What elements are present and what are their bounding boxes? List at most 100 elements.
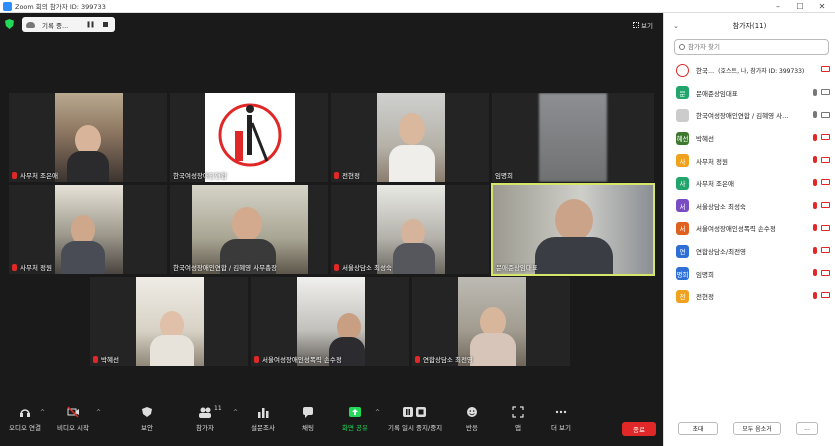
participant-row[interactable]: 명희 임명희 xyxy=(664,262,835,285)
participant-row[interactable]: 전 전현정 xyxy=(664,285,835,308)
mic-muted-icon xyxy=(12,171,17,179)
video-tile[interactable]: 박혜선 xyxy=(90,277,248,366)
shield-icon[interactable] xyxy=(5,19,14,29)
participant-list: 한국... (호스트, 나, 참가자 ID: 399733) 문 문애준상임대표 한국여… xyxy=(664,59,835,308)
participant-status xyxy=(813,246,830,254)
camera-off-icon xyxy=(821,269,830,276)
share-options-caret[interactable]: ^ xyxy=(375,409,380,416)
video-tile[interactable]: 전현정 xyxy=(331,93,489,182)
participant-name: 서울여성장애인성폭력 손수정 xyxy=(696,225,776,234)
avatar: 서 xyxy=(676,221,689,235)
mic-muted-icon[interactable] xyxy=(813,201,817,209)
mic-icon[interactable] xyxy=(813,111,817,119)
more-dots-icon xyxy=(555,406,567,418)
chevron-down-icon[interactable]: ⌄ xyxy=(673,22,679,30)
participant-status xyxy=(813,291,830,299)
polls-button[interactable]: 설문조사 xyxy=(251,406,275,432)
video-options-caret[interactable]: ^ xyxy=(96,409,101,416)
close-button[interactable]: ✕ xyxy=(810,0,834,13)
stop-recording-icon[interactable] xyxy=(103,22,109,27)
mic-muted-icon xyxy=(12,263,17,271)
recording-indicator: 기록 중... ❚❚ xyxy=(22,17,115,32)
avatar: 문 xyxy=(676,86,689,100)
more-button[interactable]: 더 보기 xyxy=(551,406,571,432)
camera-off-icon xyxy=(821,66,830,72)
tile-name: 박혜선 xyxy=(93,354,119,364)
panel-title: 참가자(11) xyxy=(732,21,767,30)
participant-row[interactable]: 사 사무처 정원 xyxy=(664,149,835,172)
security-shield-icon xyxy=(141,406,153,418)
participant-status xyxy=(813,156,830,164)
participant-row[interactable]: 혜선 박혜선 xyxy=(664,127,835,150)
mic-icon[interactable] xyxy=(813,88,817,96)
participant-search[interactable] xyxy=(674,39,829,55)
participant-row[interactable]: 문 문애준상임대표 xyxy=(664,82,835,105)
view-button[interactable]: 보기 xyxy=(633,20,653,30)
end-meeting-button[interactable]: 종료 xyxy=(622,422,656,436)
participant-search-input[interactable] xyxy=(688,43,828,51)
video-tile[interactable]: 사무처 조은애 xyxy=(9,93,167,182)
mic-muted-icon[interactable] xyxy=(813,156,817,164)
mic-muted-icon[interactable] xyxy=(813,224,817,232)
meeting-toolbar: 오디오 연결 ^ 비디오 시작 ^ 보안 참가자 11 ^ 설문조사 채팅 화면… xyxy=(0,401,663,446)
reactions-button[interactable]: 반응 xyxy=(466,406,478,432)
camera-off-icon xyxy=(821,224,830,231)
participant-row[interactable]: 연 연합상담소/최전영 xyxy=(664,240,835,263)
mic-muted-icon[interactable] xyxy=(813,246,817,254)
chat-bubble-icon xyxy=(302,406,314,418)
participant-status xyxy=(813,178,830,186)
participants-button[interactable]: 참가자 xyxy=(196,406,214,432)
mic-muted-icon xyxy=(254,355,259,363)
active-speaker-tile[interactable]: 문애준상임대표 xyxy=(491,183,655,276)
headphones-icon xyxy=(19,406,31,418)
avatar: 연 xyxy=(676,244,689,258)
search-icon xyxy=(679,44,685,50)
tile-name: 한국여성장애인연합 xyxy=(173,172,227,180)
mic-muted-icon[interactable] xyxy=(813,269,817,277)
participants-icon xyxy=(198,406,211,418)
participant-status xyxy=(813,201,830,209)
organization-logo xyxy=(205,93,295,182)
participant-row[interactable]: 사 사무처 조은애 xyxy=(664,172,835,195)
participant-row[interactable]: 서 서울여성장애인성폭력 손수정 xyxy=(664,217,835,240)
video-tile[interactable]: 연합상담소 최전영 xyxy=(412,277,570,366)
video-tile[interactable]: 사무처 정원 xyxy=(9,185,167,274)
participant-row[interactable]: 한국... (호스트, 나, 참가자 ID: 399733) xyxy=(664,59,835,82)
mic-muted-icon[interactable] xyxy=(813,178,817,186)
video-tile[interactable]: 한국여성장애인연합 xyxy=(170,93,328,182)
participant-status xyxy=(813,269,830,277)
security-button[interactable]: 보안 xyxy=(141,406,153,432)
maximize-button[interactable]: ☐ xyxy=(788,0,812,13)
mic-muted-icon[interactable] xyxy=(813,133,817,141)
audio-button[interactable]: 오디오 연결 xyxy=(9,406,41,432)
zoom-logo-icon xyxy=(3,1,12,11)
participant-name: 전현정 xyxy=(696,293,714,302)
video-tile[interactable]: 한국여성장애인연합 / 김혜영 사무총장 xyxy=(170,185,328,274)
camera-off-icon xyxy=(821,292,830,299)
camera-icon xyxy=(821,111,830,118)
camera-off-icon xyxy=(821,179,830,186)
mic-muted-icon[interactable] xyxy=(813,291,817,299)
audio-options-caret[interactable]: ^ xyxy=(40,409,45,416)
video-tile[interactable]: 서울상담소 최성숙 xyxy=(331,185,489,274)
record-control-button[interactable]: 기록 일시 중지/중지 xyxy=(388,406,442,432)
participants-count: 11 xyxy=(214,405,222,412)
camera-off-icon xyxy=(821,156,830,163)
participant-row[interactable]: 서 서울상담소 최성숙 xyxy=(664,195,835,218)
invite-button[interactable]: 초대 xyxy=(678,422,718,435)
tile-name: 문애준상임대표 xyxy=(496,264,538,272)
mute-all-button[interactable]: 모두 음소거 xyxy=(733,422,781,435)
participant-row[interactable]: 한국여성장애인연합 / 김혜영 사... xyxy=(664,104,835,127)
chat-button[interactable]: 채팅 xyxy=(302,406,314,432)
minimize-button[interactable]: – xyxy=(766,0,790,13)
panel-more-button[interactable]: ... xyxy=(796,422,818,435)
video-tile[interactable]: 임명희 xyxy=(492,93,654,182)
camera-icon xyxy=(821,89,830,96)
share-screen-button[interactable]: 화면 공유 xyxy=(342,406,368,432)
video-button[interactable]: 비디오 시작 xyxy=(57,406,89,432)
apps-button[interactable]: 앱 xyxy=(512,406,524,432)
pause-recording-icon[interactable]: ❚❚ xyxy=(86,21,95,28)
panel-footer: 초대 모두 음소거 ... xyxy=(664,420,835,440)
video-tile[interactable]: 서울여성장애인성폭력 손수정 xyxy=(251,277,409,366)
participants-options-caret[interactable]: ^ xyxy=(233,409,238,416)
